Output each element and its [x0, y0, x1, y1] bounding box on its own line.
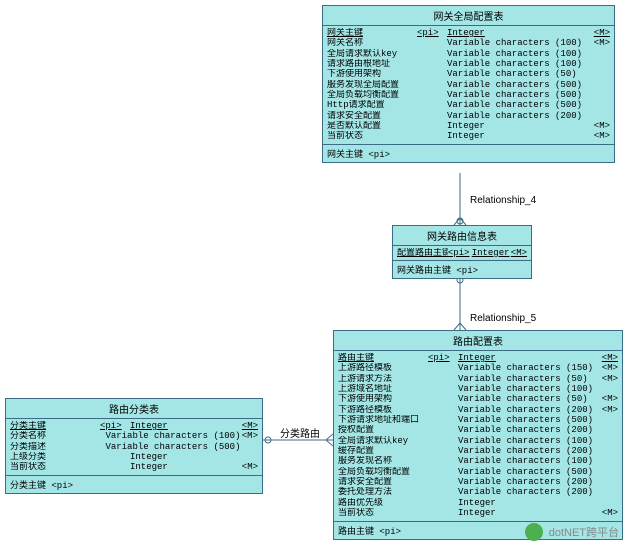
entity-body: 配置路由主键<pi>Integer<M> [393, 246, 531, 261]
relationship-5-label: Relationship_5 [470, 313, 536, 324]
attribute-row: 当前状态Integer<M> [10, 462, 258, 472]
entity-route-config: 路由配置表 路由主键<pi>Integer<M>上游路径模板Variable c… [333, 330, 623, 540]
attribute-row: 全局请求默认keyVariable characters (100) [327, 49, 610, 59]
attribute-row: 是否默认配置Integer<M> [327, 121, 610, 131]
entity-footer: 分类主键 <pi> [6, 476, 262, 493]
wechat-logo-icon [525, 523, 543, 541]
attribute-row: 当前状态Integer<M> [327, 131, 610, 141]
entity-gateway-global: 网关全局配置表 网关主键<pi>Integer<M>网关名称Variable c… [322, 5, 615, 163]
attribute-row: 分类描述Variable characters (500) [10, 442, 258, 452]
relationship-4-label: Relationship_4 [470, 195, 536, 206]
attribute-row: 当前状态Integer<M> [338, 508, 618, 518]
attribute-row: 配置路由主键<pi>Integer<M> [397, 248, 527, 258]
entity-title: 网关全局配置表 [323, 6, 614, 26]
attribute-row: 服务发现名称Variable characters (100) [338, 456, 618, 466]
attribute-row: 全局请求默认keyVariable characters (100) [338, 436, 618, 446]
entity-title: 路由分类表 [6, 399, 262, 419]
entity-title: 路由配置表 [334, 331, 622, 351]
watermark-text: dotNET跨平台 [549, 524, 619, 540]
attribute-row: 缓存配置Variable characters (200) [338, 446, 618, 456]
attribute-row: 全局负载均衡配置Variable characters (500) [327, 90, 610, 100]
entity-gateway-route-info: 网关路由信息表 配置路由主键<pi>Integer<M> 网关路由主键 <pi> [392, 225, 532, 279]
attribute-row: 分类主键<pi>Integer<M> [10, 421, 258, 431]
entity-body: 路由主键<pi>Integer<M>上游路径模板Variable charact… [334, 351, 622, 522]
relationship-class-label: 分类路由 [280, 425, 320, 440]
attribute-row: 请求安全配置Variable characters (200) [338, 477, 618, 487]
attribute-row: 路由优先级Integer [338, 498, 618, 508]
attribute-row: 网关名称Variable characters (100)<M> [327, 38, 610, 48]
attribute-row: 授权配置Variable characters (200) [338, 425, 618, 435]
attribute-row: 下游请求地址和端口Variable characters (500) [338, 415, 618, 425]
entity-route-category: 路由分类表 分类主键<pi>Integer<M>分类名称Variable cha… [5, 398, 263, 494]
attribute-row: 全局负载均衡配置Variable characters (500) [338, 467, 618, 477]
attribute-row: 上级分类Integer [10, 452, 258, 462]
attribute-row: 下游使用架构Variable characters (50) [327, 69, 610, 79]
attribute-row: 请求安全配置Variable characters (200) [327, 111, 610, 121]
attribute-row: 上游路径模板Variable characters (150)<M> [338, 363, 618, 373]
attribute-row: 服务发现全局配置Variable characters (500) [327, 80, 610, 90]
attribute-row: 委托处理方法Variable characters (200) [338, 487, 618, 497]
attribute-row: 上游域名地址Variable characters (100) [338, 384, 618, 394]
entity-footer: 网关主键 <pi> [323, 145, 614, 162]
attribute-row: 下游路径模板Variable characters (200)<M> [338, 405, 618, 415]
entity-body: 网关主键<pi>Integer<M>网关名称Variable character… [323, 26, 614, 145]
attribute-row: 路由主键<pi>Integer<M> [338, 353, 618, 363]
watermark: dotNET跨平台 [525, 523, 619, 541]
entity-body: 分类主键<pi>Integer<M>分类名称Variable character… [6, 419, 262, 476]
attribute-row: 网关主键<pi>Integer<M> [327, 28, 610, 38]
attribute-row: Http请求配置Variable characters (500) [327, 100, 610, 110]
entity-title: 网关路由信息表 [393, 226, 531, 246]
attribute-row: 下游使用架构Variable characters (50)<M> [338, 394, 618, 404]
attribute-row: 分类名称Variable characters (100)<M> [10, 431, 258, 441]
attribute-row: 请求路由根地址Variable characters (100) [327, 59, 610, 69]
attribute-row: 上游请求方法Variable characters (50)<M> [338, 374, 618, 384]
entity-footer: 网关路由主键 <pi> [393, 261, 531, 278]
